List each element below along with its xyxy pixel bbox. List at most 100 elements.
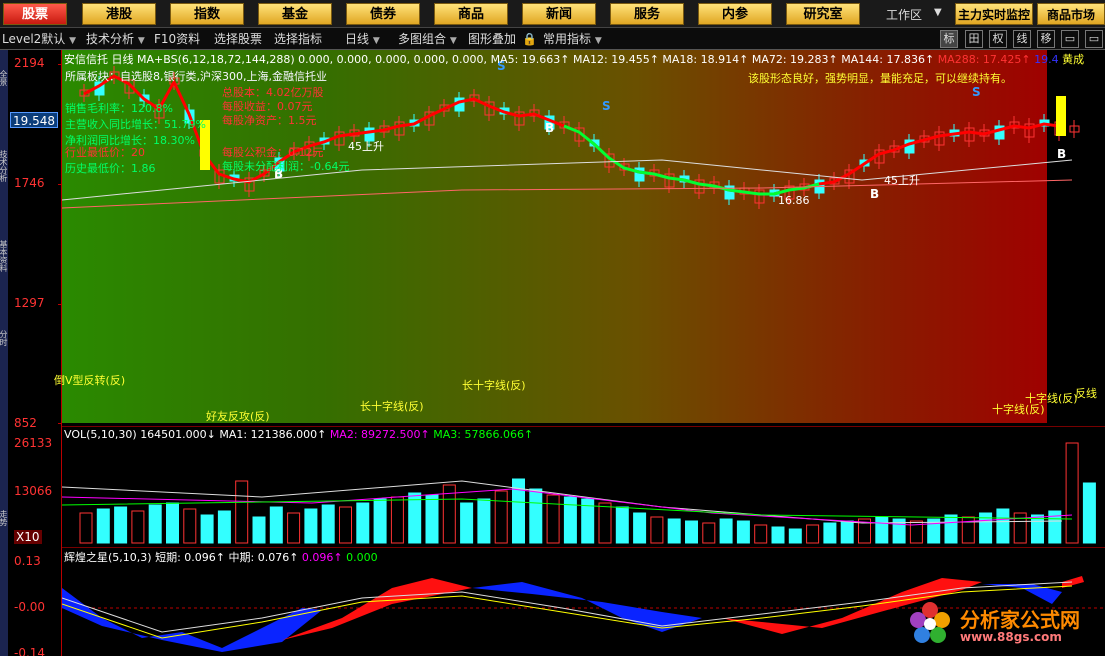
volume-ma2: MA2: 89272.500↑ <box>329 428 430 441</box>
left-tab-trend[interactable]: 走势 <box>0 510 8 526</box>
analysis-comment: 该股形态良好，强势明显，量能充足，可以继续持有。 <box>748 72 1012 85</box>
period-name: 日线 <box>111 53 134 66</box>
workzone-label[interactable]: 工作区 <box>886 6 922 23</box>
volume-bar <box>529 488 543 544</box>
menu-hk-stock[interactable]: 港股 <box>82 3 156 25</box>
buy-marker: B <box>1057 147 1066 161</box>
low-price-label: 16.86 <box>778 194 810 207</box>
period-dropdown[interactable]: 日线 ▼ <box>345 31 380 47</box>
tech-analysis-dropdown[interactable]: 技术分析 ▼ <box>86 31 145 47</box>
indicator-blue-area <box>472 582 702 632</box>
volume-bar <box>183 508 197 544</box>
indicator-blue-area <box>62 588 322 652</box>
window-icon[interactable]: ▭ <box>1061 30 1079 48</box>
menu-insider[interactable]: 内参 <box>698 3 772 25</box>
vol-label-max: 26133 <box>14 436 53 450</box>
header-tail: 黄成 <box>1062 53 1085 66</box>
volume-bar <box>633 512 647 544</box>
flower-logo-icon <box>910 602 950 643</box>
fin-undistributed: 每股未分配利润：-0.64元 <box>222 160 350 173</box>
menu-commodity[interactable]: 商品 <box>434 3 508 25</box>
volume-bar <box>287 512 301 544</box>
volume-bar <box>996 508 1010 544</box>
volume-ma1: MA1: 121386.000↑ <box>219 428 327 441</box>
kline-panel[interactable]: SBSBBSB 安信信托 日线 MA+BS(6,12,18,72,144,288… <box>54 50 1105 423</box>
menu-news[interactable]: 新闻 <box>522 3 596 25</box>
lock-icon[interactable]: 🔒 <box>522 31 537 47</box>
menu-service[interactable]: 服务 <box>610 3 684 25</box>
level2-label: Level2默认 <box>2 32 66 46</box>
ma12-value: MA12: 19.455↑ <box>573 53 659 66</box>
common-indicator-label: 常用指标 <box>543 32 592 46</box>
chevron-down-icon: ▼ <box>449 36 457 46</box>
volume-bar <box>131 510 145 544</box>
volume-bar <box>1065 442 1079 544</box>
kline-header: 安信信托 日线 MA+BS(6,12,18,72,144,288) 0.000,… <box>64 51 1084 67</box>
highlight-bar <box>1056 96 1066 136</box>
volume-bar <box>823 522 837 544</box>
volume-header: VOL(5,10,30) 164501.000↓ MA1: 121386.000… <box>64 428 533 441</box>
pattern-cross-star: 十字线(反) <box>1025 392 1078 405</box>
menu-stock[interactable]: 股票 <box>3 3 67 25</box>
menu-main-force-monitor[interactable]: 主力实时监控 <box>955 3 1033 25</box>
multi-chart-dropdown[interactable]: 多图组合 ▼ <box>398 31 457 47</box>
line-toggle[interactable]: 线 <box>1013 30 1031 48</box>
indicator-name: MA+BS(6,12,18,72,144,288) <box>137 53 295 66</box>
ma18-value: MA18: 18.914↑ <box>662 53 749 66</box>
trend-up45-label-1: 45上升 <box>348 140 384 153</box>
overlay-button[interactable]: 图形叠加 <box>468 31 516 47</box>
tech-analysis-label: 技术分析 <box>86 32 135 46</box>
move-toggle[interactable]: 移 <box>1037 30 1055 48</box>
volume-bar <box>304 508 318 544</box>
volume-ma3: MA3: 57866.066↑ <box>433 428 534 441</box>
y-label-min: 852 <box>14 416 37 430</box>
volume-bar <box>217 510 231 544</box>
select-stock-button[interactable]: 选择股票 <box>214 31 262 47</box>
left-tab-intraday[interactable]: 分时 <box>0 330 8 346</box>
vol-unit: X10 <box>14 530 42 544</box>
chevron-down-icon: ▼ <box>69 36 77 46</box>
volume-bar <box>460 502 474 544</box>
fin-industry-low: 行业最低价：20 <box>65 146 145 159</box>
ma-line-288 <box>62 179 1073 209</box>
buy-marker: B <box>545 121 554 135</box>
f10-button[interactable]: F10资料 <box>154 31 200 47</box>
volume-panel[interactable]: VOL(5,10,30) 164501.000↓ MA1: 121386.000… <box>62 426 1105 546</box>
y-label-mid-high: 1746 <box>14 176 45 190</box>
indicator-mid: 中期: 0.076↑ <box>228 551 299 564</box>
volume-bar <box>200 514 214 544</box>
watermark-url: www.88gs.com <box>960 630 1062 644</box>
y-label-max: 2194 <box>14 56 45 70</box>
volume-bar <box>96 508 110 544</box>
current-price-tag: 19.548 <box>10 112 58 128</box>
grid-toggle[interactable]: 田 <box>965 30 983 48</box>
volume-bar <box>252 516 266 544</box>
chevron-down-icon: ▼ <box>137 36 145 46</box>
y-tick <box>58 423 62 424</box>
top-menu-bar: 股票 港股 指数 基金 债券 商品 新闻 服务 内参 研究室 工作区 ▼ 主力实… <box>0 0 1105 28</box>
left-tab-tech[interactable]: 技术分析 <box>0 150 8 182</box>
ind-label-max: 0.13 <box>14 554 41 568</box>
left-tab-basic[interactable]: 基本资料 <box>0 240 8 272</box>
volume-bar <box>148 504 162 544</box>
left-vertical-tabs: 全景 技术分析 基本资料 分时 走势 <box>0 50 8 656</box>
menu-index[interactable]: 指数 <box>170 3 244 25</box>
volume-bar <box>944 514 958 544</box>
menu-commodity-market[interactable]: 商品市场 <box>1037 3 1105 25</box>
menu-fund[interactable]: 基金 <box>258 3 332 25</box>
menu-research[interactable]: 研究室 <box>786 3 860 25</box>
level2-dropdown[interactable]: Level2默认 ▼ <box>2 31 76 47</box>
indicator-v4: 0.000 <box>346 551 378 564</box>
rights-toggle[interactable]: 权 <box>989 30 1007 48</box>
select-indicator-button[interactable]: 选择指标 <box>274 31 322 47</box>
volume-bar <box>546 494 560 544</box>
maximize-icon[interactable]: ▭ <box>1085 30 1103 48</box>
chevron-down-icon[interactable]: ▼ <box>934 7 948 21</box>
fin-bvps: 每股净资产：1.5元 <box>222 114 317 127</box>
volume-bar <box>771 526 785 544</box>
multi-chart-label: 多图组合 <box>398 32 447 46</box>
menu-bond[interactable]: 债券 <box>346 3 420 25</box>
left-tab-overview[interactable]: 全景 <box>0 70 8 86</box>
mark-toggle[interactable]: 标 <box>940 30 958 48</box>
common-indicator-dropdown[interactable]: 常用指标 ▼ <box>543 31 602 47</box>
